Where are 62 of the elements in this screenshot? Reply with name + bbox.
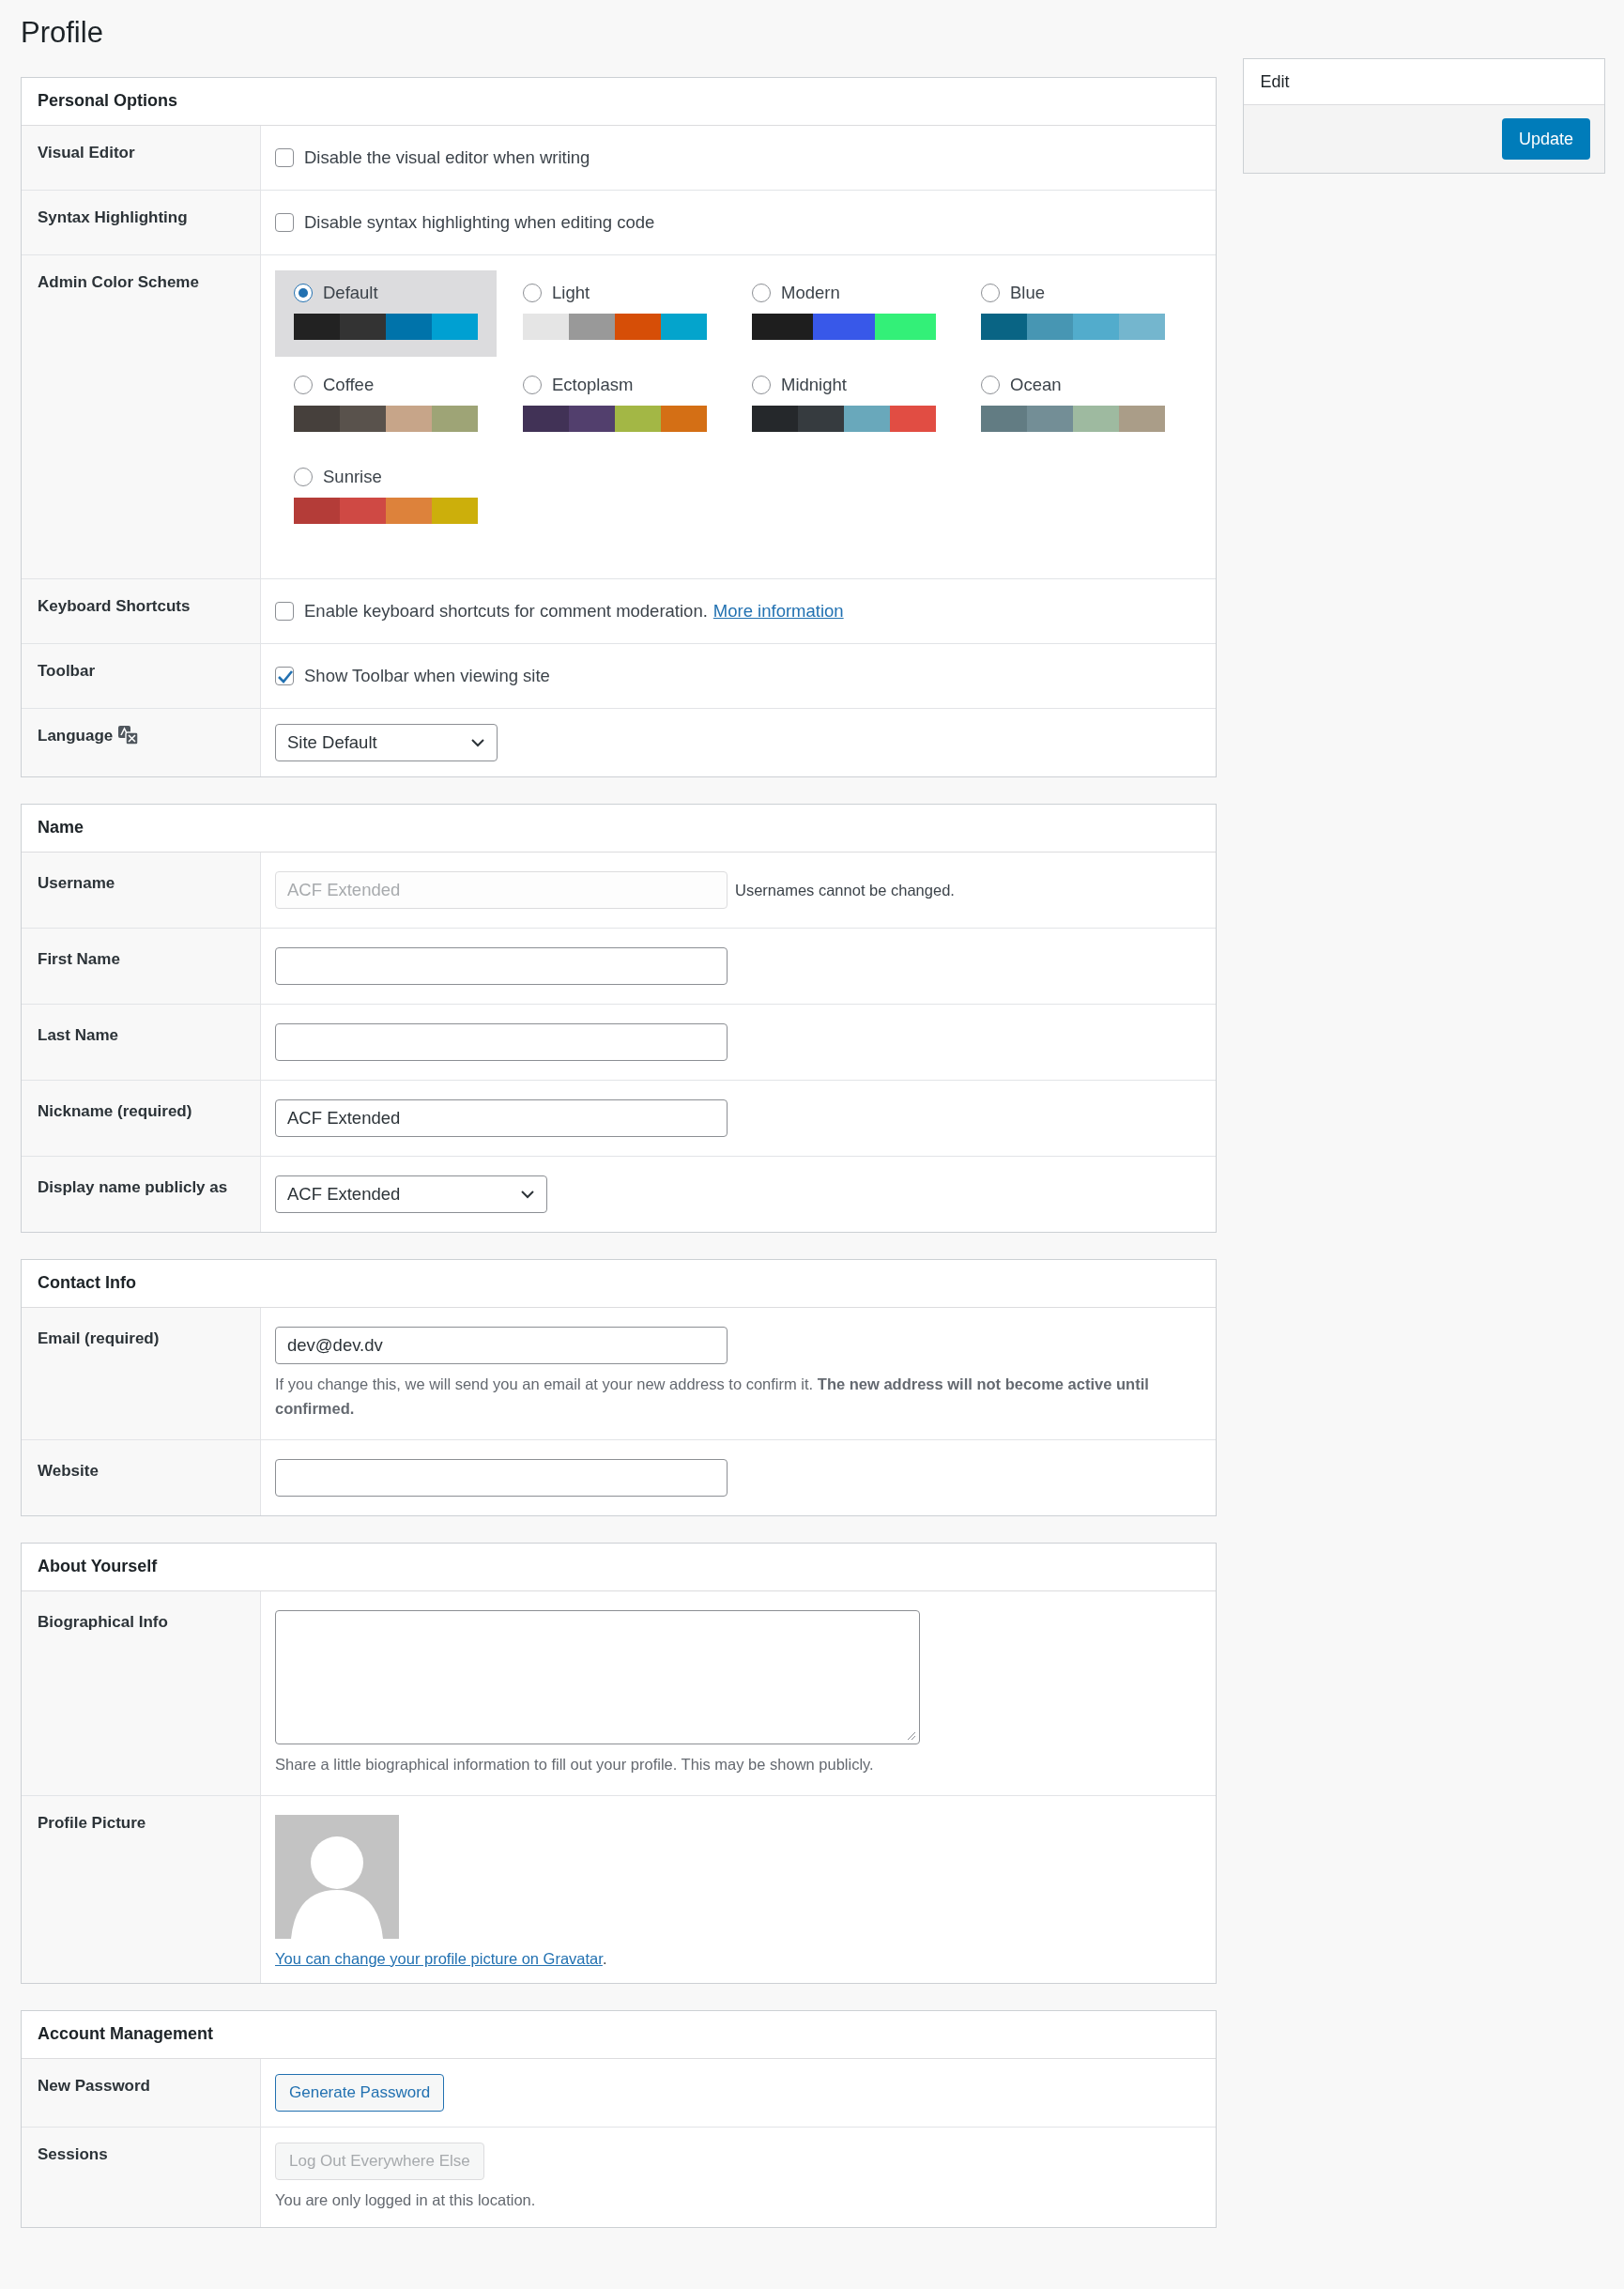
input-field[interactable]: dev@dev.dv: [275, 1327, 728, 1364]
scheme-option[interactable]: Default: [275, 270, 497, 357]
field-description: If you change this, we will send you an email at your new address to confirm it. The new address will not become active until confirmed.: [275, 1375, 1150, 1419]
field-label: Biographical Info: [38, 1612, 168, 1633]
scheme-name: Ectoplasm: [552, 375, 634, 395]
field-label: Email (required): [38, 1329, 160, 1349]
radio-button[interactable]: [752, 284, 771, 302]
radio-button[interactable]: [294, 376, 313, 394]
checkbox-label: Enable keyboard shortcuts for comment moderation.: [304, 601, 708, 622]
scheme-name: Blue: [1010, 283, 1046, 303]
input-field[interactable]: ACF Extended: [275, 1099, 728, 1137]
checkbox-label: Show Toolbar when viewing site: [304, 666, 550, 686]
radio-button[interactable]: [294, 284, 313, 302]
checkbox[interactable]: [275, 213, 294, 232]
radio-button[interactable]: [294, 468, 313, 486]
scheme-name: Midnight: [781, 375, 847, 395]
checkbox[interactable]: [275, 148, 294, 167]
radio-button[interactable]: [981, 284, 1000, 302]
field-label: Username: [38, 873, 115, 894]
checkbox[interactable]: [275, 667, 294, 685]
radio-button[interactable]: [523, 376, 542, 394]
page-title: Profile: [21, 15, 104, 51]
dropdown[interactable]: Site Default: [275, 724, 498, 761]
checkbox-label: Disable syntax highlighting when editing code: [304, 212, 655, 233]
field-label: Profile Picture: [38, 1813, 146, 1834]
scheme-name: Coffee: [323, 375, 375, 395]
field-label: Nickname (required): [38, 1101, 192, 1122]
field-label: New Password: [38, 2076, 150, 2097]
generate-password-button[interactable]: Generate Password: [275, 2074, 445, 2112]
translation-icon: [118, 726, 140, 745]
checkbox[interactable]: [275, 602, 294, 621]
field-label: Sessions: [38, 2144, 108, 2165]
field-description: Share a little biographical information to fill out your profile. This may be shown publicly.: [275, 1755, 875, 1774]
scheme-name: Sunrise: [323, 467, 382, 487]
input-field[interactable]: [275, 1459, 728, 1497]
field-description: You are only logged in at this location.: [275, 2190, 537, 2210]
dropdown[interactable]: ACF Extended: [275, 1175, 547, 1213]
field-label: Visual Editor: [38, 143, 135, 163]
radio-button[interactable]: [523, 284, 542, 302]
radio-button[interactable]: [752, 376, 771, 394]
field-label: Keyboard Shortcuts: [38, 596, 191, 617]
scheme-name: Modern: [781, 283, 840, 303]
field-label: Last Name: [38, 1025, 118, 1046]
field-label: Display name publicly as: [38, 1177, 228, 1198]
input-field[interactable]: [275, 1023, 728, 1061]
input-field[interactable]: [275, 947, 728, 985]
update-button[interactable]: Update: [1501, 118, 1590, 160]
field-note: Usernames cannot be changed.: [735, 881, 955, 899]
scheme-name: Ocean: [1010, 375, 1062, 395]
resize-handle-icon: [906, 1730, 917, 1742]
checkbox-label: Disable the visual editor when writing: [304, 147, 590, 168]
field-label: Language: [38, 726, 114, 746]
scheme-name: Default: [323, 283, 378, 303]
gravatar-link[interactable]: You can change your profile picture on Gravatar: [275, 1950, 603, 1967]
field-label: Syntax Highlighting: [38, 207, 188, 228]
field-label: First Name: [38, 949, 120, 970]
scheme-name: Light: [552, 283, 590, 303]
field-label: Website: [38, 1461, 99, 1482]
field-label: Admin Color Scheme: [38, 272, 199, 293]
more-information-link[interactable]: More information: [712, 601, 844, 622]
field-label: Toolbar: [38, 661, 96, 682]
radio-button[interactable]: [981, 376, 1000, 394]
